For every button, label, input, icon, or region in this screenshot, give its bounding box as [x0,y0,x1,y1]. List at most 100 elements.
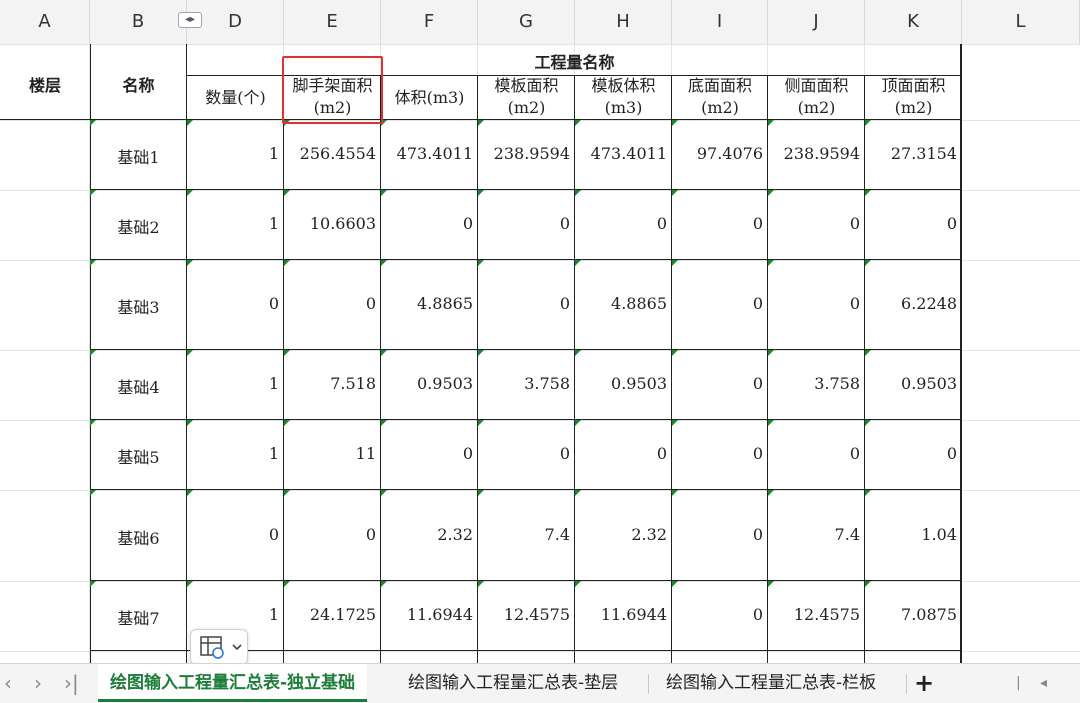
data-cell[interactable]: 27.3154 [865,144,962,163]
data-cell[interactable]: 0 [865,444,962,463]
comment-indicator [865,350,871,356]
column-header-h[interactable]: H [575,0,672,44]
data-cell[interactable]: 3.758 [768,374,865,393]
data-cell[interactable]: 0 [672,444,768,463]
grid-line [0,350,1080,351]
tab-sheet-parapet[interactable]: 绘图输入工程量汇总表-栏板 [654,664,888,702]
data-cell[interactable]: 10.6603 [284,214,381,233]
data-cell[interactable]: 0 [187,525,284,544]
data-cell[interactable]: 0 [575,214,672,233]
prev-sheet-icon[interactable]: ‹ [4,664,12,703]
data-cell[interactable]: 0 [768,444,865,463]
data-cell[interactable]: 1 [187,144,284,163]
table-border [90,349,962,350]
last-sheet-icon[interactable]: ›| [64,664,79,703]
table-border [767,75,768,663]
add-sheet-button[interactable]: + [914,664,934,703]
data-cell[interactable]: 0 [478,444,575,463]
tab-sheet-isolated-foundation[interactable]: 绘图输入工程量汇总表-独立基础 [98,664,368,702]
data-cell[interactable]: 11.6944 [381,605,478,624]
next-sheet-icon[interactable]: › [34,664,42,703]
data-cell[interactable]: 0 [768,214,865,233]
field-header: 体积(m3) [394,88,465,107]
data-cell[interactable]: 7.4 [478,525,575,544]
data-cell[interactable]: 11.6944 [575,605,672,624]
comment-indicator [575,420,581,426]
data-cell[interactable]: 7.518 [284,374,381,393]
data-cell[interactable]: 0 [672,214,768,233]
data-cell[interactable]: 6.2248 [865,294,962,313]
data-cell[interactable]: 0 [768,294,865,313]
data-cell[interactable]: 0 [672,294,768,313]
data-cell[interactable]: 1 [187,214,284,233]
data-cell[interactable]: 2.32 [381,525,478,544]
data-cell[interactable]: 12.4575 [768,605,865,624]
sheet-grid[interactable]: 楼层 名称 工程量名称 数量(个) 脚手架面积 (m2) 体积(m3) 模板面积 (m2) 模… [0,44,1080,663]
data-cell[interactable]: 7.4 [768,525,865,544]
column-header-k[interactable]: K [865,0,962,44]
data-cell[interactable]: 1 [187,374,284,393]
comment-indicator [187,190,193,196]
row-name: 基础7 [117,609,160,628]
data-cell[interactable]: 0.9503 [381,374,478,393]
comment-indicator [478,350,484,356]
column-header-i[interactable]: I [672,0,768,44]
column-header-a[interactable]: A [0,0,90,44]
comment-indicator [575,260,581,266]
comment-indicator [672,260,678,266]
data-cell[interactable]: 0 [381,444,478,463]
data-cell[interactable]: 238.9594 [768,144,865,163]
scroll-divider-icon[interactable]: | [1016,664,1021,703]
comment-indicator [575,350,581,356]
comment-indicator [865,490,871,496]
data-cell[interactable]: 97.4076 [672,144,768,163]
table-border [477,75,478,663]
data-cell[interactable]: 1 [187,605,284,624]
data-cell[interactable]: 3.758 [478,374,575,393]
column-header-j[interactable]: J [768,0,865,44]
data-cell[interactable]: 0 [672,525,768,544]
data-cell[interactable]: 0 [187,294,284,313]
data-cell[interactable]: 256.4554 [284,144,381,163]
scroll-left-icon[interactable]: ◂ [1040,664,1047,703]
data-cell[interactable]: 0 [284,525,381,544]
data-cell[interactable]: 2.32 [575,525,672,544]
data-cell[interactable]: 1.04 [865,525,962,544]
comment-indicator [865,260,871,266]
data-cell[interactable]: 11 [284,444,381,463]
data-cell[interactable]: 0 [381,214,478,233]
unhide-columns-icon[interactable]: ◂▸ [178,12,202,28]
comment-indicator [575,120,581,126]
column-header-g[interactable]: G [478,0,575,44]
comment-indicator [187,350,193,356]
data-cell[interactable]: 0 [865,214,962,233]
comment-indicator [865,581,871,587]
field-header: 侧面面积 (m2) [784,76,849,117]
data-cell[interactable]: 7.0875 [865,605,962,624]
data-cell[interactable]: 4.8865 [381,294,478,313]
column-header-f[interactable]: F [381,0,478,44]
data-cell[interactable]: 0 [478,294,575,313]
column-header-l[interactable]: L [962,0,1080,44]
data-cell[interactable]: 4.8865 [575,294,672,313]
data-cell[interactable]: 24.1725 [284,605,381,624]
comment-indicator [672,120,678,126]
tab-sheet-cushion[interactable]: 绘图输入工程量汇总表-垫层 [396,664,630,702]
data-cell[interactable]: 238.9594 [478,144,575,163]
data-cell[interactable]: 473.4011 [575,144,672,163]
quick-analysis-button[interactable] [190,629,248,665]
data-cell[interactable]: 0 [672,605,768,624]
field-header: 数量(个) [205,88,266,107]
column-header-b[interactable]: B [90,0,187,44]
data-cell[interactable]: 0.9503 [575,374,672,393]
comment-indicator [90,420,96,426]
data-cell[interactable]: 0 [284,294,381,313]
data-cell[interactable]: 0 [672,374,768,393]
column-header-e[interactable]: E [284,0,381,44]
data-cell[interactable]: 0.9503 [865,374,962,393]
data-cell[interactable]: 12.4575 [478,605,575,624]
data-cell[interactable]: 0 [575,444,672,463]
data-cell[interactable]: 1 [187,444,284,463]
data-cell[interactable]: 0 [478,214,575,233]
data-cell[interactable]: 473.4011 [381,144,478,163]
